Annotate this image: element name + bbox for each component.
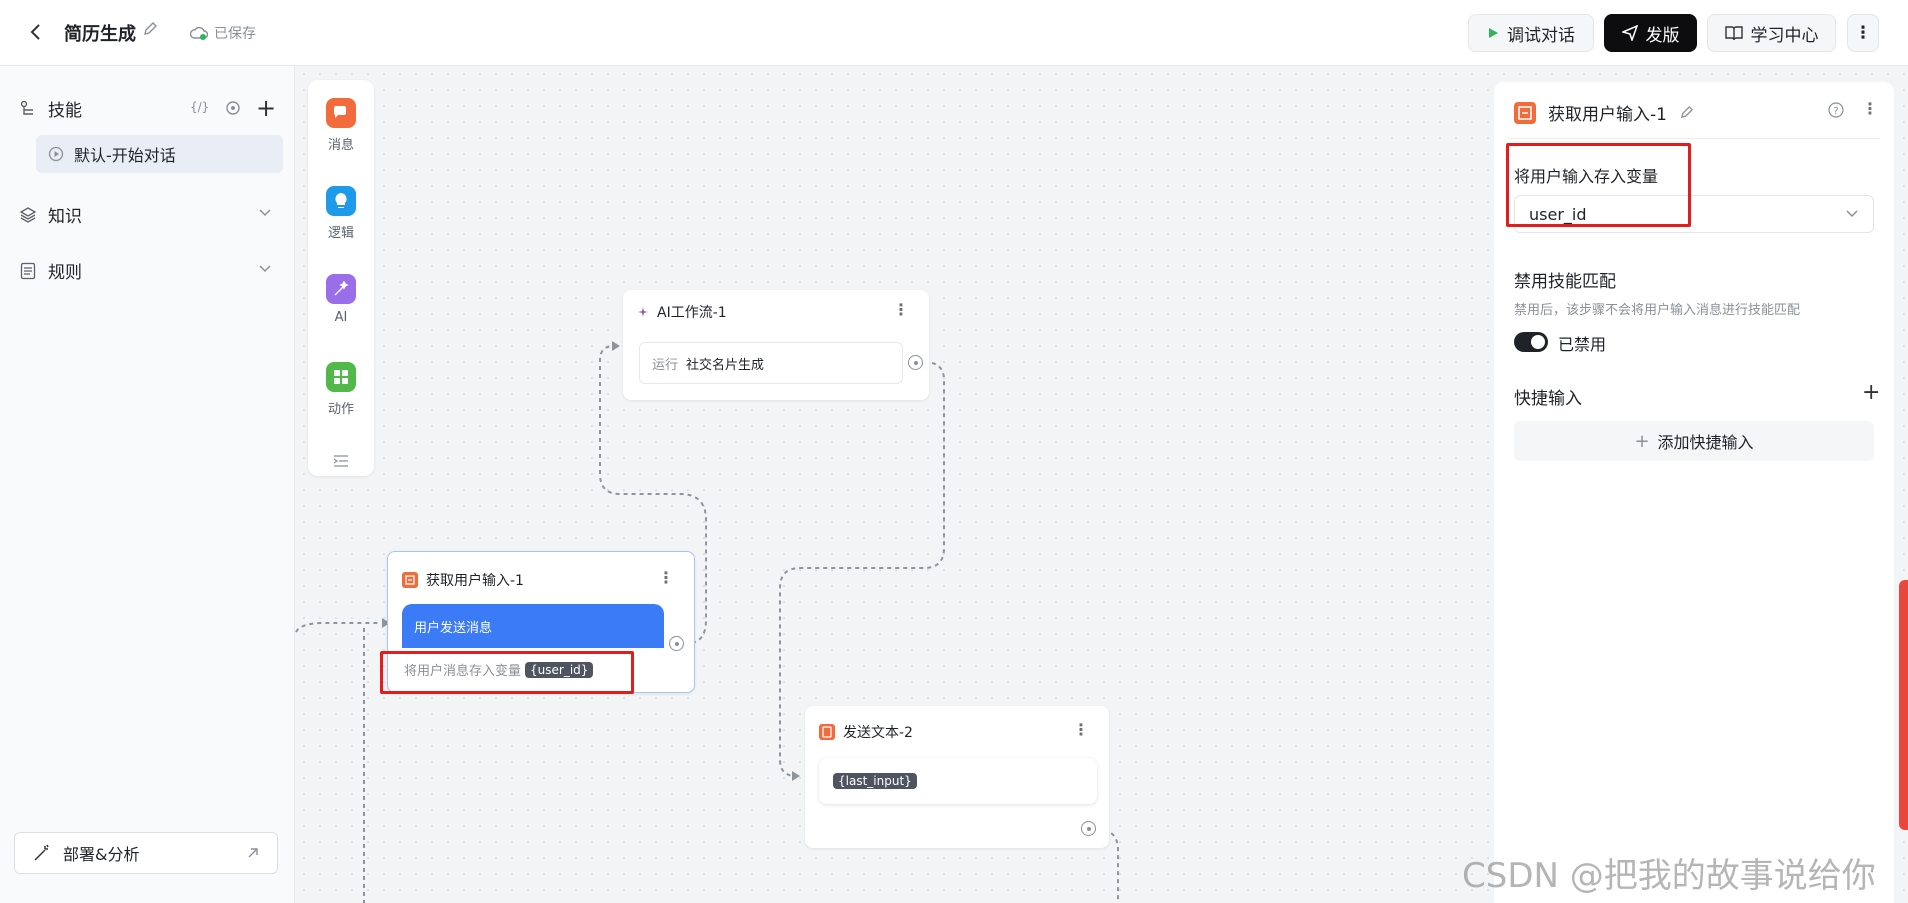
chevron-down-icon — [1846, 210, 1858, 218]
node-palette: 消息 逻辑 AI 动作 — [308, 80, 374, 476]
panel-header: 获取用户输入-1 — [1514, 100, 1694, 125]
help-circle-icon[interactable]: ? — [1828, 102, 1844, 122]
panel-more-icon[interactable]: ⋮ — [1862, 99, 1878, 118]
quick-input-title: 快捷输入 — [1514, 389, 1582, 409]
output-port[interactable] — [908, 355, 923, 370]
side-feedback-tab[interactable] — [1899, 580, 1908, 830]
scan-input-icon — [1514, 101, 1536, 124]
text-doc-icon — [819, 724, 835, 740]
node-header: 获取用户输入-1 — [402, 570, 524, 590]
node-more-icon[interactable]: ⋮ — [893, 300, 909, 319]
node-title: 发送文本-2 — [843, 725, 913, 741]
user-message-bubble: 用户发送消息 — [402, 604, 664, 648]
palette-item-action[interactable]: 动作 — [308, 362, 374, 417]
panel-title: 获取用户输入-1 — [1548, 105, 1667, 125]
variable-chip: {last_input} — [833, 773, 917, 789]
toggle-label: 已禁用 — [1558, 335, 1607, 354]
run-label: 运行 — [652, 357, 679, 373]
node-more-icon[interactable]: ⋮ — [1073, 720, 1089, 739]
node-ai-workflow[interactable]: AI工作流-1 ⋮ 运行 社交名片生成 — [623, 290, 929, 400]
node-send-text[interactable]: 发送文本-2 ⋮ {last_input} — [805, 706, 1109, 848]
palette-item-message[interactable]: 消息 — [308, 98, 374, 153]
text-content-box[interactable]: {last_input} — [819, 758, 1097, 804]
divider — [1508, 138, 1880, 139]
scan-input-icon — [402, 572, 418, 588]
output-port[interactable] — [1081, 821, 1096, 836]
highlight-box — [380, 651, 634, 694]
workflow-flower-icon — [638, 307, 648, 317]
properties-panel: 获取用户输入-1 ? ⋮ 将用户输入存入变量 user_id 禁用技能匹配 禁用… — [1494, 82, 1894, 903]
add-quick-input-button[interactable]: + 添加快捷输入 — [1514, 421, 1874, 461]
palette-item-ai[interactable]: AI — [308, 274, 374, 325]
run-workflow-row[interactable]: 运行 社交名片生成 — [639, 342, 903, 384]
palette-item-logic[interactable]: 逻辑 — [308, 186, 374, 241]
add-quick-input-plus-icon[interactable]: + — [1862, 380, 1880, 405]
plus-icon: + — [1634, 430, 1650, 452]
node-title: 获取用户输入-1 — [426, 573, 524, 589]
edit-pencil-icon[interactable] — [1679, 105, 1694, 120]
sparkle-wand-icon — [326, 274, 356, 304]
svg-text:?: ? — [1833, 106, 1838, 117]
highlight-box — [1506, 143, 1691, 227]
watermark: CSDN @把我的故事说给你 — [1462, 856, 1876, 896]
node-more-icon[interactable]: ⋮ — [658, 568, 674, 587]
lightbulb-icon — [326, 186, 356, 216]
run-value: 社交名片生成 — [686, 357, 765, 373]
disable-match-desc: 禁用后，该步骤不会将用户输入消息进行技能匹配 — [1514, 303, 1801, 318]
disable-match-title: 禁用技能匹配 — [1514, 272, 1616, 292]
grid-blocks-icon — [326, 362, 356, 392]
node-header: 发送文本-2 — [819, 722, 913, 742]
node-header: AI工作流-1 — [637, 302, 727, 322]
output-port[interactable] — [669, 636, 684, 651]
node-title: AI工作流-1 — [657, 305, 727, 321]
disable-match-toggle[interactable] — [1514, 332, 1548, 352]
collapse-indent-icon[interactable] — [333, 452, 349, 471]
chat-bubble-icon — [326, 98, 356, 128]
